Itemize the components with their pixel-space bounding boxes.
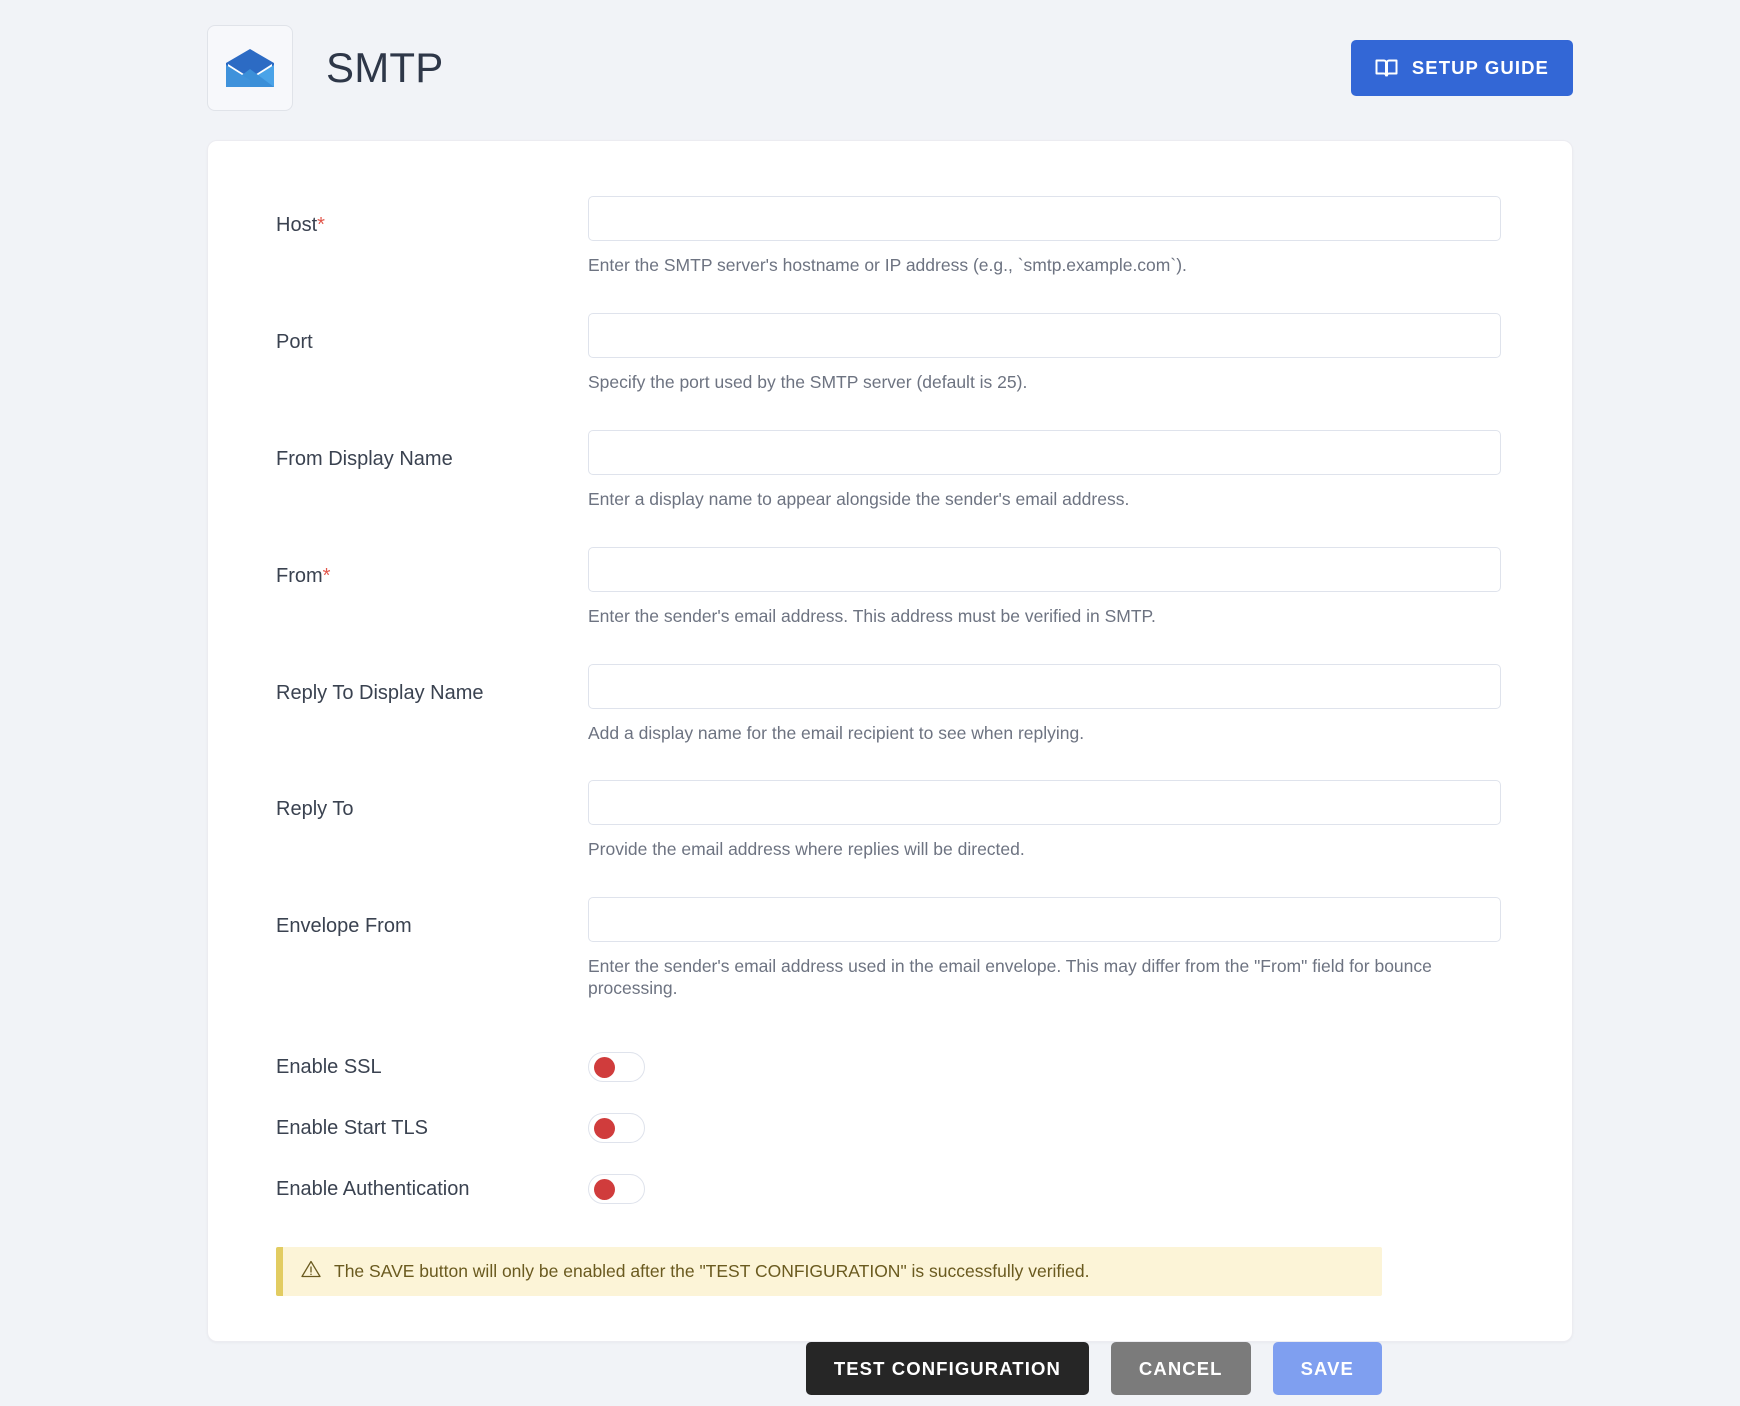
form-actions: TEST CONFIGURATION CANCEL SAVE [276,1342,1382,1395]
test-configuration-button[interactable]: TEST CONFIGURATION [805,1342,1089,1395]
reply-to-input[interactable] [588,780,1501,826]
save-button[interactable]: SAVE [1272,1342,1382,1395]
label-enable-authentication: Enable Authentication [276,1177,470,1200]
field-row-reply-to-display-name: Reply To Display Name Add a display name… [276,663,1506,771]
cancel-button[interactable]: CANCEL [1110,1342,1251,1395]
field-from-display-name: Enter a display name to appear alongside… [588,429,1506,537]
smtp-settings-card: Host* Enter the SMTP server's hostname o… [207,140,1573,1395]
toggle-knob [594,1117,615,1139]
hint-port: Specify the port used by the SMTP server… [588,371,1028,392]
enable-authentication-toggle[interactable] [588,1173,645,1204]
page-header: SMTP SETUP GUIDE [207,20,1573,116]
host-input[interactable] [588,196,1501,241]
from-input[interactable] [588,546,1501,592]
field-envelope-from: Enter the sender's email address used in… [588,897,1506,1026]
label-enable-start-tls: Enable Start TLS [276,1116,428,1139]
toggle-knob [594,1178,615,1200]
label-from: From* [276,547,588,588]
smtp-form: Host* Enter the SMTP server's hostname o… [276,196,1506,1395]
label-host: Host* [276,196,588,237]
smtp-settings-page: SMTP SETUP GUIDE Host* Enter the SMTP se… [0,0,1740,1406]
smtp-app-icon-box [207,25,293,111]
hint-envelope-from: Enter the sender's email address used in… [588,956,1432,999]
setup-guide-label: SETUP GUIDE [1411,57,1549,78]
book-icon [1375,58,1398,78]
envelope-from-input[interactable] [588,897,1501,943]
enable-start-tls-toggle[interactable] [588,1112,645,1143]
field-row-from-display-name: From Display Name Enter a display name t… [276,429,1506,537]
save-disabled-warning: The SAVE button will only be enabled aft… [276,1247,1382,1296]
field-row-port: Port Specify the port used by the SMTP s… [276,312,1506,420]
toggle-row-enable-authentication: Enable Authentication [276,1158,1506,1219]
label-host-text: Host [276,214,318,236]
toggle-knob [594,1056,615,1078]
warning-triangle-icon [301,1260,321,1283]
required-asterisk: * [322,564,331,587]
field-host: Enter the SMTP server's hostname or IP a… [588,196,1506,303]
label-from-display-name: From Display Name [276,447,453,470]
field-row-from: From* Enter the sender's email address. … [276,546,1506,654]
field-reply-to: Provide the email address where replies … [588,780,1506,887]
field-from: Enter the sender's email address. This a… [588,546,1506,654]
toggle-row-enable-start-tls: Enable Start TLS [276,1097,1506,1158]
label-envelope-from: Envelope From [276,915,412,938]
hint-reply-to: Provide the email address where replies … [588,839,1025,860]
label-reply-to: Reply To [276,798,354,821]
required-asterisk: * [317,214,325,236]
warning-banner-wrap: The SAVE button will only be enabled aft… [276,1247,1506,1296]
field-reply-to-display-name: Add a display name for the email recipie… [588,663,1506,771]
field-port: Specify the port used by the SMTP server… [588,312,1506,420]
label-port: Port [276,330,313,353]
hint-host: Enter the SMTP server's hostname or IP a… [588,255,1187,275]
field-row-envelope-from: Envelope From Enter the sender's email a… [276,897,1506,1026]
envelope-open-icon [224,47,276,89]
port-input[interactable] [588,312,1501,358]
hint-from: Enter the sender's email address. This a… [588,605,1156,626]
hint-reply-to-display-name: Add a display name for the email recipie… [588,722,1085,743]
setup-guide-button[interactable]: SETUP GUIDE [1350,40,1573,96]
field-row-host: Host* Enter the SMTP server's hostname o… [276,196,1506,303]
reply-to-display-name-input[interactable] [588,663,1501,709]
label-enable-ssl: Enable SSL [276,1055,382,1078]
page-title: SMTP [326,44,444,91]
field-row-reply-to: Reply To Provide the email address where… [276,780,1506,887]
warning-text: The SAVE button will only be enabled aft… [334,1261,1090,1281]
from-display-name-input[interactable] [588,429,1501,475]
enable-ssl-toggle[interactable] [588,1051,645,1082]
toggle-row-enable-ssl: Enable SSL [276,1036,1506,1097]
hint-from-display-name: Enter a display name to appear alongside… [588,488,1130,509]
label-from-text: From [276,564,323,587]
label-reply-to-display-name: Reply To Display Name [276,681,484,704]
